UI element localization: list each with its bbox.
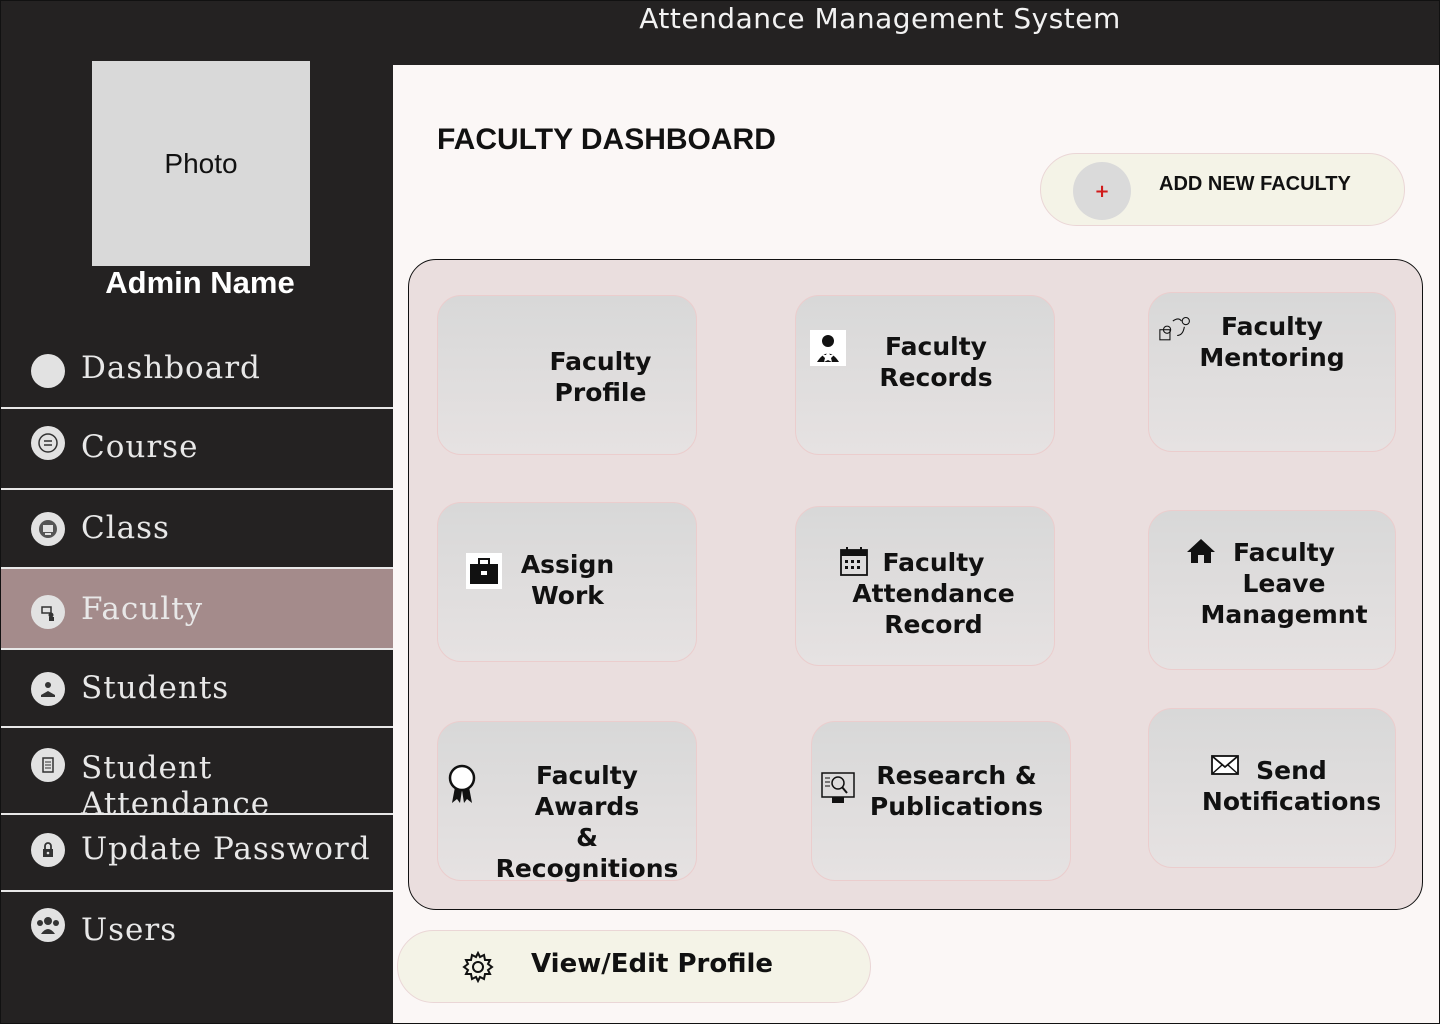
sidebar-item-label: Class — [81, 510, 170, 546]
research-icon — [820, 770, 856, 806]
sidebar-item-users[interactable]: Users — [0, 892, 393, 1024]
mentoring-icon — [1157, 311, 1193, 347]
main-panel: FACULTY DASHBOARD + ADD NEW FACULTY Facu… — [393, 65, 1440, 1024]
sidebar-item-students[interactable]: Students — [0, 650, 393, 728]
card-label: Faculty Profile — [549, 347, 652, 407]
admin-name: Admin Name — [105, 265, 295, 300]
lock-icon — [31, 833, 65, 867]
sidebar-item-faculty[interactable]: Faculty — [0, 569, 393, 650]
sidebar-item-label: Course — [81, 429, 199, 465]
card-label: Faculty Records — [879, 332, 993, 392]
sidebar-item-label: Faculty — [81, 591, 204, 627]
sidebar: Photo Admin Name Dashboard Course Class … — [0, 0, 393, 1024]
card-label: Send Notifications — [1201, 756, 1382, 816]
card-faculty-attendance-record[interactable]: Faculty Attendance Record — [795, 506, 1055, 666]
card-label: Assign Work — [520, 550, 615, 610]
student-icon — [31, 672, 65, 706]
circle-icon — [31, 354, 65, 388]
card-label: Faculty Mentoring — [1199, 312, 1345, 372]
list-icon — [31, 426, 65, 460]
sidebar-item-course[interactable]: Course — [0, 409, 393, 490]
sidebar-item-label: Users — [81, 912, 178, 948]
card-assign-work[interactable]: Assign Work — [437, 502, 697, 662]
card-label: Research & Publications — [869, 761, 1044, 821]
sidebar-item-label: Dashboard — [81, 350, 261, 386]
plus-icon: + — [1073, 162, 1131, 220]
teacher-icon — [31, 595, 65, 629]
add-new-faculty-button[interactable]: + ADD NEW FACULTY — [1040, 153, 1405, 226]
clipboard-icon — [31, 748, 65, 782]
sidebar-item-label: Student Attendance — [81, 750, 271, 822]
card-label: Faculty Attendance Record — [852, 548, 1015, 639]
photo-label: Photo — [164, 147, 238, 179]
card-label: Faculty Leave Managemnt — [1200, 538, 1368, 629]
card-research-publications[interactable]: Research & Publications — [811, 721, 1071, 881]
app-title: Attendance Management System — [639, 2, 1121, 35]
classroom-icon — [31, 512, 65, 546]
card-faculty-leave-management[interactable]: Faculty Leave Managemnt — [1148, 510, 1396, 670]
card-faculty-mentoring[interactable]: Faculty Mentoring — [1148, 292, 1396, 452]
card-label: Faculty Awards & Recognitions — [495, 761, 679, 883]
faculty-icon — [810, 330, 846, 366]
sidebar-item-class[interactable]: Class — [0, 490, 393, 569]
users-icon — [31, 908, 65, 942]
card-faculty-records[interactable]: Faculty Records — [795, 295, 1055, 455]
card-faculty-awards[interactable]: Faculty Awards & Recognitions — [437, 721, 697, 883]
sidebar-item-dashboard[interactable]: Dashboard — [0, 330, 393, 409]
view-edit-profile-button[interactable]: View/Edit Profile — [397, 930, 871, 1003]
gear-icon — [462, 950, 494, 984]
briefcase-icon — [466, 553, 502, 589]
award-icon — [444, 764, 480, 803]
sidebar-item-update-password[interactable]: Update Password — [0, 815, 393, 892]
dashboard-card-grid: Faculty Profile Faculty Records Faculty … — [408, 259, 1423, 910]
card-faculty-profile[interactable]: Faculty Profile — [437, 295, 697, 455]
card-send-notifications[interactable]: Send Notifications — [1148, 708, 1396, 868]
add-new-faculty-label: ADD NEW FACULTY — [1159, 173, 1351, 195]
sidebar-item-label: Students — [81, 670, 230, 706]
page-title: FACULTY DASHBOARD — [437, 123, 776, 156]
sidebar-item-label: Update Password — [81, 831, 371, 867]
sidebar-item-student-attendance[interactable]: Student Attendance — [0, 728, 393, 822]
admin-photo: Photo — [92, 61, 310, 266]
view-edit-profile-label: View/Edit Profile — [531, 949, 774, 979]
